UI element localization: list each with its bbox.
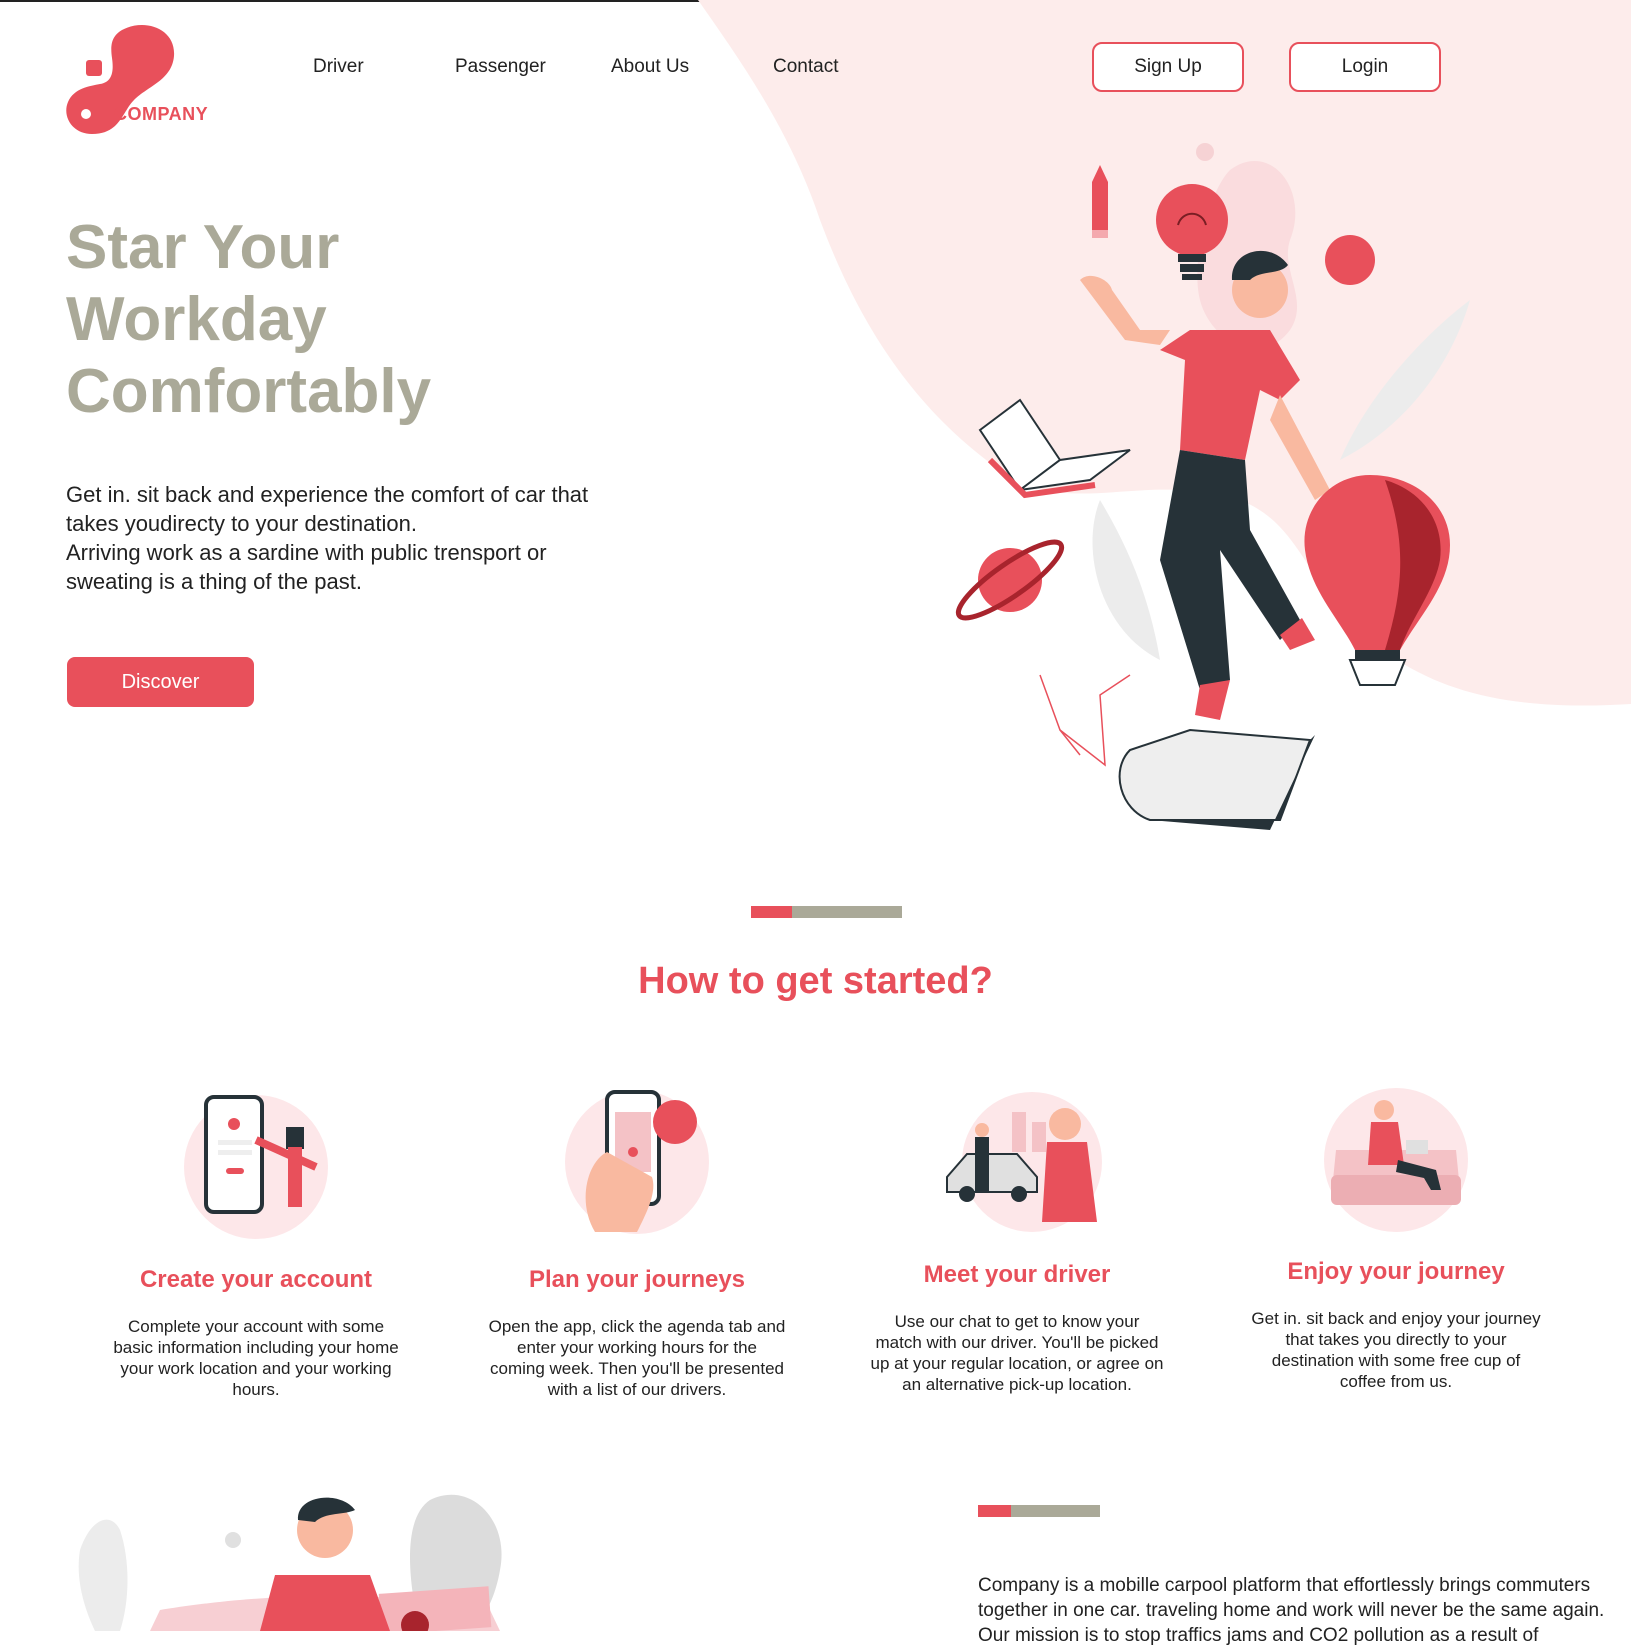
step-enjoy-journey: Enjoy your journey Get in. sit back and … <box>1236 1080 1556 1392</box>
step-title: Create your account <box>139 1266 373 1293</box>
login-button[interactable]: Login <box>1289 42 1441 92</box>
signup-button[interactable]: Sign Up <box>1092 42 1244 92</box>
step-description: Get in. sit back and enjoy your journey … <box>1236 1308 1556 1392</box>
step-desc-line: enter your working hours for the <box>516 1338 757 1357</box>
pencil-icon <box>1092 165 1108 238</box>
step-desc-line: Use our chat to get to know your <box>894 1312 1140 1331</box>
step-desc-line: basic information including your home <box>113 1338 399 1357</box>
step-desc-line: coming week. Then you'll be presented <box>490 1359 784 1378</box>
hot-air-balloon-icon <box>1304 475 1450 686</box>
divider-accent <box>978 1505 1011 1517</box>
hero-desc-line: takes youdirecty to your destination. <box>66 511 417 536</box>
ball-icon <box>1325 235 1375 285</box>
hero-desc-line: Get in. sit back and experience the comf… <box>66 482 589 507</box>
step-desc-line: Get in. sit back and enjoy your journey <box>1251 1309 1541 1328</box>
driver-car-icon <box>946 1092 1102 1232</box>
open-book-icon <box>978 398 1131 499</box>
step-desc-line: Complete your account with some <box>127 1317 385 1336</box>
hero-description: Get in. sit back and experience the comf… <box>66 480 656 596</box>
step-description: Open the app, click the agenda tab and e… <box>477 1316 797 1400</box>
step-create-account: Create your account Complete your accoun… <box>96 1082 416 1400</box>
step-title: Plan your journeys <box>528 1266 746 1293</box>
step-meet-driver: Meet your driver Use our chat to get to … <box>857 1082 1177 1395</box>
step-description: Use our chat to get to know your match w… <box>857 1311 1177 1395</box>
hero-title: Star Your Workday Comfortably <box>66 212 431 428</box>
about-illustration <box>78 1494 502 1631</box>
nav-driver[interactable]: Driver <box>313 56 364 78</box>
step-desc-line: with a list of our drivers. <box>547 1380 727 1399</box>
hero-illustration <box>955 143 1470 830</box>
nav-passenger[interactable]: Passenger <box>455 56 546 78</box>
hero-desc-line: Arriving work as a sardine with public t… <box>66 540 547 565</box>
step-description: Complete your account with some basic in… <box>96 1316 416 1400</box>
step-title: Meet your driver <box>923 1261 1111 1288</box>
about-line: Our mission is to stop traffics jams and… <box>978 1625 1539 1646</box>
step-desc-line: hours. <box>232 1380 280 1399</box>
planet-icon <box>955 539 1065 621</box>
nav-contact[interactable]: Contact <box>773 56 838 78</box>
divider-muted <box>792 906 902 918</box>
step-desc-line: an alternative pick-up location. <box>902 1375 1132 1394</box>
divider-accent <box>751 906 792 918</box>
map-phone-icon <box>565 1090 709 1234</box>
about-line: Company is a mobille carpool platform th… <box>978 1575 1591 1596</box>
how-to-title: How to get started? <box>638 960 993 1002</box>
step-desc-line: your work location and your working <box>120 1359 392 1378</box>
logo-text: COMPANY <box>114 104 209 124</box>
step-plan-journeys: Plan your journeys Open the app, click t… <box>477 1082 797 1400</box>
step-title: Enjoy your journey <box>1287 1258 1505 1285</box>
about-text: Company is a mobille carpool platform th… <box>978 1573 1605 1648</box>
notebook-icon <box>1118 728 1315 830</box>
step-desc-line: destination with some free cup of <box>1271 1351 1521 1370</box>
step-desc-line: coffee from us. <box>1339 1372 1453 1391</box>
hero-desc-line: sweating is a thing of the past. <box>66 569 362 594</box>
step-desc-line: that takes you directly to your <box>1285 1330 1507 1349</box>
divider-muted <box>1011 1505 1100 1517</box>
hero-title-line: Workday <box>66 285 327 354</box>
nav-about-us[interactable]: About Us <box>611 56 689 78</box>
step-desc-line: match with our driver. You'll be picked <box>875 1333 1159 1352</box>
signup-phone-icon <box>184 1095 328 1239</box>
hero-title-line: Star Your <box>66 213 340 282</box>
about-line: together in one car. traveling home and … <box>978 1600 1605 1621</box>
discover-button[interactable]: Discover <box>67 657 254 707</box>
step-desc-line: up at your regular location, or agree on <box>870 1354 1164 1373</box>
hero-title-line: Comfortably <box>66 357 432 426</box>
relax-sofa-icon <box>1324 1088 1468 1232</box>
step-desc-line: Open the app, click the agenda tab and <box>488 1317 786 1336</box>
